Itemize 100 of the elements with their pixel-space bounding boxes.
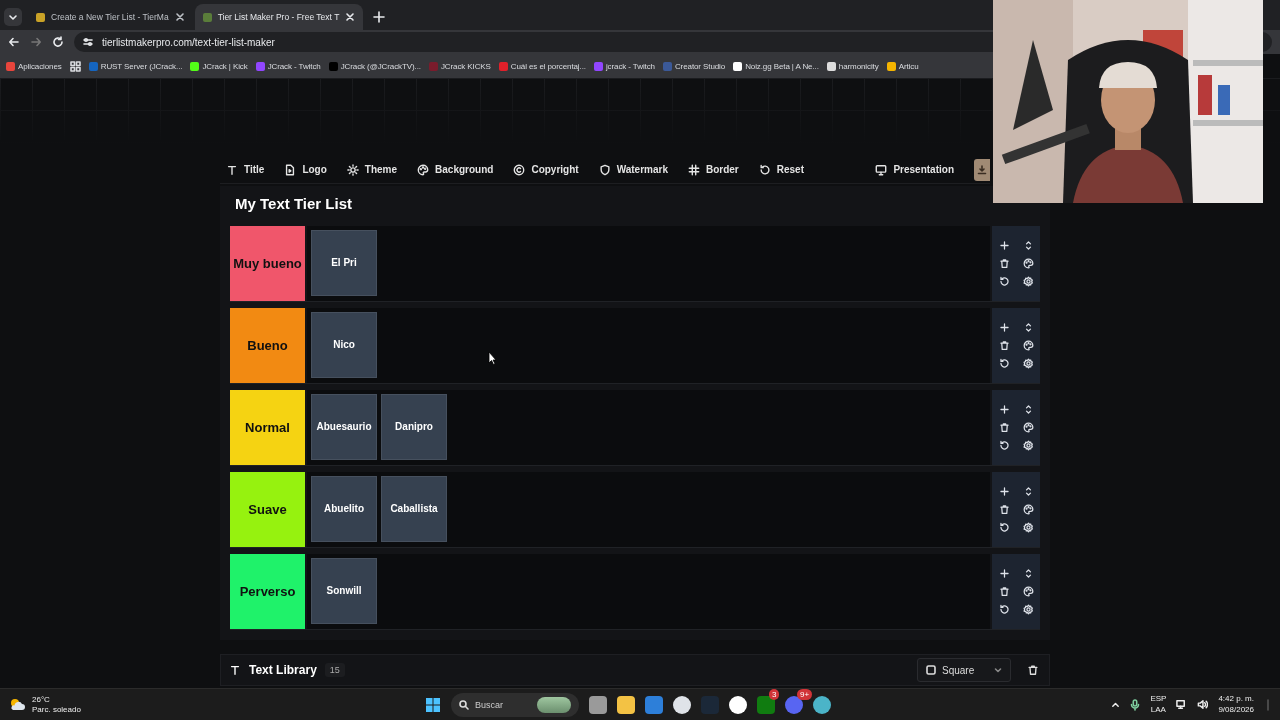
download-button[interactable] [974,158,990,181]
library-title: Text Library [249,663,317,677]
add-icon[interactable] [998,568,1010,579]
text-card[interactable]: Abuesaurio [311,394,377,460]
text-card[interactable]: Caballista [381,476,447,542]
reset-icon[interactable] [998,440,1010,451]
browser-tab[interactable]: Tier List Maker Pro - Free Text T [194,4,364,30]
tier-label[interactable]: Suave [230,472,305,547]
trash-icon[interactable] [998,504,1010,515]
presentation-button[interactable]: Presentation [875,163,954,176]
settings-icon[interactable] [1022,358,1034,369]
app-icon[interactable] [617,695,635,714]
toolbar-button[interactable]: Logo [284,163,327,176]
palette-icon [417,163,430,176]
trash-icon[interactable] [998,340,1010,351]
tier-label[interactable]: Perverso [230,554,305,629]
bookmark[interactable]: JCrack (@JCrackTV)... [328,61,421,71]
reset-icon[interactable] [998,604,1010,615]
volume-icon[interactable] [1197,699,1209,710]
close-icon[interactable] [174,12,185,22]
palette-icon[interactable] [1022,258,1034,269]
toolbar-button[interactable]: Theme [346,163,398,176]
add-icon[interactable] [998,240,1010,251]
toolbar-button[interactable]: Reset [758,163,804,176]
shape-dropdown[interactable]: Square [917,658,1011,682]
palette-icon[interactable] [1022,422,1034,433]
reset-icon[interactable] [998,358,1010,369]
settings-icon[interactable] [1022,604,1034,615]
copyright-icon [513,163,526,176]
bookmark[interactable]: RUST Server (JCrack... [88,61,183,71]
bookmark[interactable]: JCrack | Kick [190,61,248,71]
start-icon[interactable] [425,696,441,713]
bookmark[interactable]: jcrack - Twitch [593,61,655,71]
settings-icon[interactable] [1022,522,1034,533]
square-icon [926,665,936,675]
text-card[interactable]: Sonwill [311,558,377,624]
palette-icon[interactable] [1022,340,1034,351]
toolbar-button[interactable]: Copyright [513,163,579,176]
toolbar-button[interactable]: Border [687,163,739,176]
search-icon [459,699,469,710]
text-card[interactable]: El Pri [311,230,377,296]
microphone-icon[interactable] [1130,698,1141,711]
palette-icon[interactable] [1022,504,1034,515]
trash-icon[interactable] [998,422,1010,433]
tier-label[interactable]: Normal [230,390,305,465]
settings-icon[interactable] [1022,276,1034,287]
bookmark[interactable]: Aplicaciones [6,61,62,71]
text-card[interactable]: Danipro [381,394,447,460]
reload-icon[interactable] [52,36,64,48]
add-icon[interactable] [998,486,1010,497]
reset-icon[interactable] [998,522,1010,533]
tier-label[interactable]: Bueno [230,308,305,383]
app-icon[interactable] [729,695,747,714]
mouse-cursor-icon [488,351,497,365]
favicon-icon [428,61,438,71]
add-icon[interactable] [998,322,1010,333]
toolbar-button[interactable]: Background [417,163,494,176]
new-tab-icon[interactable] [373,11,386,23]
forward-icon[interactable] [30,36,42,48]
notification-badge: 3 [769,688,780,700]
browser-tab[interactable]: Create a New Tier List - TierMa [28,4,193,30]
trash-icon[interactable] [998,586,1010,597]
bookmark[interactable]: Articu [886,61,919,71]
bookmark[interactable]: harmonicity [826,61,879,71]
bookmark[interactable]: JCrack KICKS [428,61,491,71]
text-icon [226,163,238,176]
grid-icon[interactable] [69,60,81,72]
settings-icon[interactable] [1022,440,1034,451]
dropdown-icon[interactable] [4,8,22,26]
bookmark[interactable]: Cuál es el porcentaj... [498,61,586,71]
palette-icon[interactable] [1022,586,1034,597]
toolbar-button[interactable]: Title [226,163,265,176]
trash-icon[interactable] [998,258,1010,269]
app-icon[interactable] [673,695,691,714]
bookmark[interactable]: Noiz.gg Beta | A Ne... [733,61,819,71]
text-card[interactable]: Abuelito [311,476,377,542]
bookmark[interactable]: JCrack - Twitch [255,61,321,71]
monitor-icon [875,163,888,176]
text-card[interactable]: Nico [311,312,377,378]
language-indicator[interactable]: ESP LAA [1150,694,1167,715]
reset-icon[interactable] [998,276,1010,287]
chevron-up-icon[interactable] [1111,700,1121,709]
trash-icon[interactable] [1027,664,1039,676]
toolbar-button[interactable]: Watermark [598,163,668,176]
add-icon[interactable] [998,404,1010,415]
favicon-icon [498,61,508,71]
temperature-text: 26°C [32,694,51,705]
app-icon[interactable] [589,695,607,714]
site-settings-icon[interactable] [82,36,94,48]
app-icon[interactable] [813,695,831,714]
back-icon[interactable] [8,36,20,48]
favicon-icon [733,61,743,71]
clock[interactable]: 4:42 p. m. 9/08/2026 [1218,694,1254,715]
network-icon[interactable] [1176,699,1188,710]
favicon-icon [328,61,338,71]
bookmark[interactable]: Creator Studio [662,61,726,71]
download-icon [977,164,987,175]
search-field[interactable]: Buscar [451,692,579,717]
chevron-down-icon [994,666,1002,674]
tier-label[interactable]: Muy bueno [230,226,305,301]
